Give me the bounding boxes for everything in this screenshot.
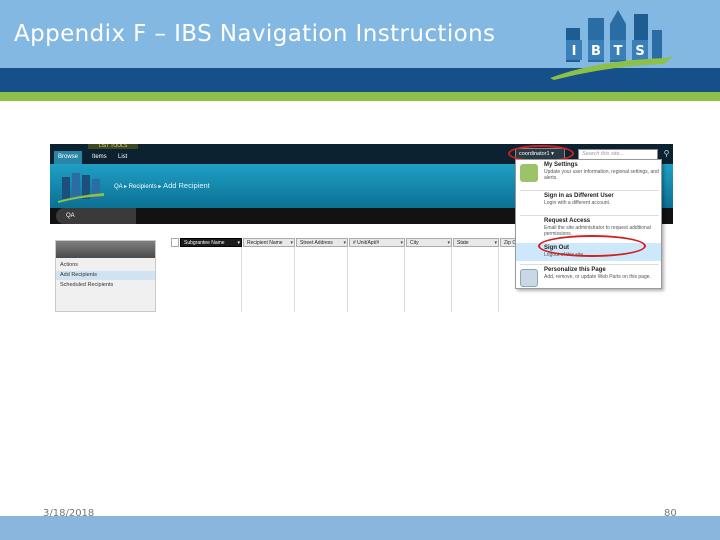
slide-date: 3/18/2018 <box>43 508 95 519</box>
sharepoint-screenshot: LIST TOOLS Browse Items List coordinator… <box>50 144 673 312</box>
nav-item-add-recipients[interactable]: Add Recipients <box>60 272 97 278</box>
settings-icon <box>520 164 538 182</box>
menu-item-personalize-page[interactable]: Personalize this Page Add, remove, or up… <box>516 265 661 290</box>
personalize-icon <box>520 269 538 287</box>
left-navigation: Actions Add Recipients Scheduled Recipie… <box>55 240 156 312</box>
site-logo <box>58 173 104 203</box>
ribbon-label: LIST TOOLS <box>88 144 138 149</box>
tab-list[interactable]: List <box>114 151 131 164</box>
tab-items[interactable]: Items <box>88 151 111 164</box>
grid-col-city[interactable]: City ▾ <box>406 238 452 247</box>
tab-browse[interactable]: Browse <box>54 151 83 164</box>
qa-nav-link[interactable]: QA <box>56 208 136 224</box>
slide: Appendix F – IBS Navigation Instructions… <box>0 0 720 540</box>
menu-item-my-settings[interactable]: My Settings Update your user information… <box>516 160 661 190</box>
slide-title: Appendix F – IBS Navigation Instructions <box>14 21 496 47</box>
ibts-logo: I B T S <box>550 10 674 80</box>
grid-col-unit[interactable]: # Unit/Apt/# ▾ <box>349 238 405 247</box>
user-dropdown-menu: My Settings Update your user information… <box>515 159 662 289</box>
logo-letter-t: T <box>614 44 623 59</box>
search-icon[interactable]: ⚲ <box>661 148 672 160</box>
grid-col-street-address[interactable]: Street Address ▾ <box>296 238 348 247</box>
grid-col-recipient-name[interactable]: Recipient Name ▾ <box>243 238 295 247</box>
grid-col-subgrantee-name[interactable]: Subgrantee Name ▾ <box>180 238 242 247</box>
breadcrumb-list[interactable]: Recipients <box>129 184 157 190</box>
logo-letter-s: S <box>635 44 644 59</box>
breadcrumb: QA ▸ Recipients ▸ Add Recipient <box>114 181 210 190</box>
slide-page-number: 80 <box>664 508 677 519</box>
grid-select-all[interactable] <box>171 238 179 247</box>
logo-letter-i: I <box>572 44 577 59</box>
grid-col-state[interactable]: State ▾ <box>453 238 499 247</box>
footer-bar <box>0 516 720 540</box>
sign-out-highlight-circle <box>538 235 646 257</box>
logo-letter-b: B <box>591 44 601 59</box>
breadcrumb-page: Add Recipient <box>163 181 210 190</box>
menu-item-sign-in-different-user[interactable]: Sign in as Different User Login with a d… <box>516 191 661 215</box>
breadcrumb-site[interactable]: QA <box>114 184 122 190</box>
green-band <box>0 92 720 101</box>
nav-item-scheduled-recipients[interactable]: Scheduled Recipients <box>60 282 113 288</box>
nav-item-actions[interactable]: Actions <box>60 262 78 268</box>
